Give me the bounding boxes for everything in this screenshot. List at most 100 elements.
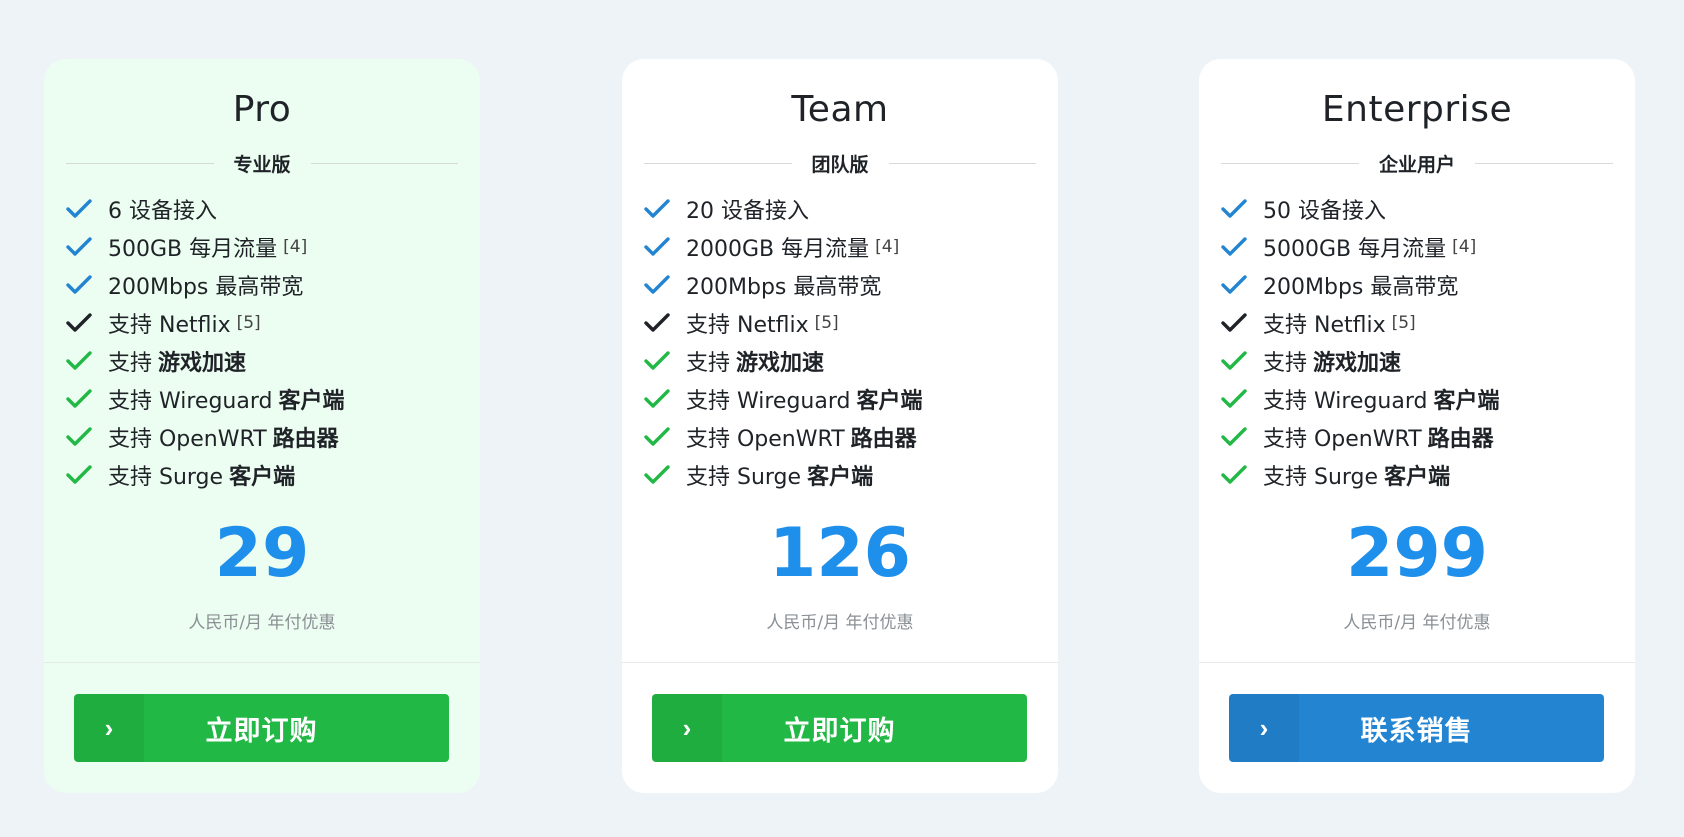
chevron-right-icon: › — [1229, 694, 1299, 762]
feature-highlight: 客户端 — [807, 465, 874, 490]
price-note: 人民币/月 年付优惠 — [188, 613, 336, 633]
check-icon-blue — [1221, 199, 1247, 218]
check-icon-blue — [66, 199, 92, 218]
card-divider — [1199, 662, 1635, 663]
feature-list: 20 设备接入 2000GB 每月流量 [4] 200Mbps 最高带宽 支持 Netf… — [644, 190, 1058, 494]
chevron-right-icon: › — [74, 694, 144, 762]
feature-text: 500GB 每月流量 — [108, 237, 278, 262]
check-icon-green — [1221, 427, 1247, 446]
check-icon-green — [1221, 465, 1247, 484]
button-label: 立即订购 — [783, 715, 896, 746]
feature-item: 支持 游戏加速 — [644, 342, 1058, 380]
feature-text: 50 设备接入 — [1263, 199, 1386, 224]
footnote-ref[interactable]: [5] — [815, 313, 839, 333]
plan-subtitle-row: 专业版 — [66, 150, 459, 177]
feature-text: 支持 Wireguard — [686, 389, 851, 414]
feature-item: 200Mbps 最高带宽 — [66, 266, 480, 304]
feature-item: 支持 OpenWRT 路由器 — [644, 418, 1058, 456]
feature-list: 6 设备接入 500GB 每月流量 [4] 200Mbps 最高带宽 支持 Netfli… — [66, 190, 480, 494]
feature-text: 5000GB 每月流量 — [1263, 237, 1447, 262]
feature-item: 支持 OpenWRT 路由器 — [1221, 418, 1635, 456]
feature-highlight: 游戏加速 — [736, 351, 825, 376]
footnote-ref[interactable]: [4] — [1452, 237, 1476, 257]
feature-text: 支持 Wireguard — [1263, 389, 1428, 414]
button-label: 联系销售 — [1360, 715, 1473, 746]
feature-item: 支持 Surge 客户端 — [644, 456, 1058, 494]
footnote-ref[interactable]: [4] — [283, 237, 307, 257]
feature-item: 50 设备接入 — [1221, 190, 1635, 228]
feature-highlight: 客户端 — [856, 389, 923, 414]
divider — [1475, 163, 1614, 164]
plan-name: Enterprise — [1321, 89, 1513, 130]
divider — [1221, 163, 1359, 164]
contact-sales-button[interactable]: › 联系销售 — [1229, 694, 1604, 762]
check-icon-blue — [644, 237, 670, 256]
plan-price: 126 — [769, 514, 911, 593]
feature-text: 200Mbps 最高带宽 — [686, 275, 882, 300]
subscribe-button[interactable]: › 立即订购 — [74, 694, 449, 762]
check-icon-blue — [66, 275, 92, 294]
feature-text: 支持 Surge — [108, 465, 224, 490]
feature-text: 支持 — [1263, 351, 1308, 376]
check-icon-green — [66, 465, 92, 484]
footnote-ref[interactable]: [5] — [1392, 313, 1416, 333]
feature-highlight: 路由器 — [272, 427, 339, 452]
feature-highlight: 客户端 — [229, 465, 296, 490]
feature-highlight: 路由器 — [850, 427, 917, 452]
feature-text: 6 设备接入 — [108, 199, 217, 224]
feature-text: 支持 Netflix — [1263, 313, 1386, 338]
button-label: 立即订购 — [205, 715, 318, 746]
check-icon-blue — [644, 275, 670, 294]
feature-highlight: 游戏加速 — [158, 351, 247, 376]
plan-name: Team — [791, 89, 889, 130]
feature-item: 支持 Wireguard 客户端 — [1221, 380, 1635, 418]
feature-text: 200Mbps 最高带宽 — [1263, 275, 1459, 300]
price-note: 人民币/月 年付优惠 — [766, 613, 914, 633]
feature-text: 支持 Surge — [686, 465, 802, 490]
feature-item: 支持 Netflix [5] — [644, 304, 1058, 342]
divider — [310, 163, 459, 164]
feature-text: 支持 — [686, 351, 731, 376]
check-icon-green — [644, 389, 670, 408]
feature-item: 支持 游戏加速 — [1221, 342, 1635, 380]
plan-card-pro: Pro 专业版 6 设备接入 500GB 每月流量 [4] 200Mbps 最高带宽支… — [44, 59, 480, 793]
feature-text: 支持 Netflix — [108, 313, 231, 338]
check-icon-green — [1221, 389, 1247, 408]
card-divider — [622, 662, 1058, 663]
divider — [644, 163, 792, 164]
feature-highlight: 客户端 — [278, 389, 345, 414]
feature-item: 支持 OpenWRT 路由器 — [66, 418, 480, 456]
feature-highlight: 游戏加速 — [1313, 351, 1402, 376]
feature-text: 200Mbps 最高带宽 — [108, 275, 304, 300]
plan-name: Pro — [232, 89, 292, 130]
check-icon-green — [1221, 351, 1247, 370]
check-icon-black — [644, 313, 670, 332]
feature-text: 2000GB 每月流量 — [686, 237, 870, 262]
check-icon-black — [1221, 313, 1247, 332]
feature-item: 5000GB 每月流量 [4] — [1221, 228, 1635, 266]
feature-text: 支持 OpenWRT — [1263, 427, 1422, 452]
footnote-ref[interactable]: [5] — [237, 313, 261, 333]
feature-item: 500GB 每月流量 [4] — [66, 228, 480, 266]
feature-item: 6 设备接入 — [66, 190, 480, 228]
feature-text: 支持 OpenWRT — [108, 427, 267, 452]
feature-item: 2000GB 每月流量 [4] — [644, 228, 1058, 266]
divider — [888, 163, 1037, 164]
feature-list: 50 设备接入 5000GB 每月流量 [4] 200Mbps 最高带宽 支持 Netf… — [1221, 190, 1635, 494]
plan-subtitle: 专业版 — [233, 154, 291, 176]
check-icon-green — [644, 351, 670, 370]
chevron-right-icon: › — [652, 694, 722, 762]
check-icon-green — [66, 389, 92, 408]
plan-subtitle-row: 团队版 — [644, 150, 1037, 177]
check-icon-blue — [66, 237, 92, 256]
footnote-ref[interactable]: [4] — [875, 237, 899, 257]
plan-card-enterprise: Enterprise 企业用户 50 设备接入 5000GB 每月流量 [4] 200… — [1199, 59, 1635, 793]
check-icon-blue — [1221, 275, 1247, 294]
plan-subtitle-row: 企业用户 — [1221, 150, 1614, 177]
subscribe-button[interactable]: › 立即订购 — [652, 694, 1027, 762]
price-note: 人民币/月 年付优惠 — [1343, 613, 1491, 633]
check-icon-blue — [644, 199, 670, 218]
check-icon-green — [66, 351, 92, 370]
feature-item: 支持 Wireguard 客户端 — [66, 380, 480, 418]
feature-highlight: 客户端 — [1433, 389, 1500, 414]
